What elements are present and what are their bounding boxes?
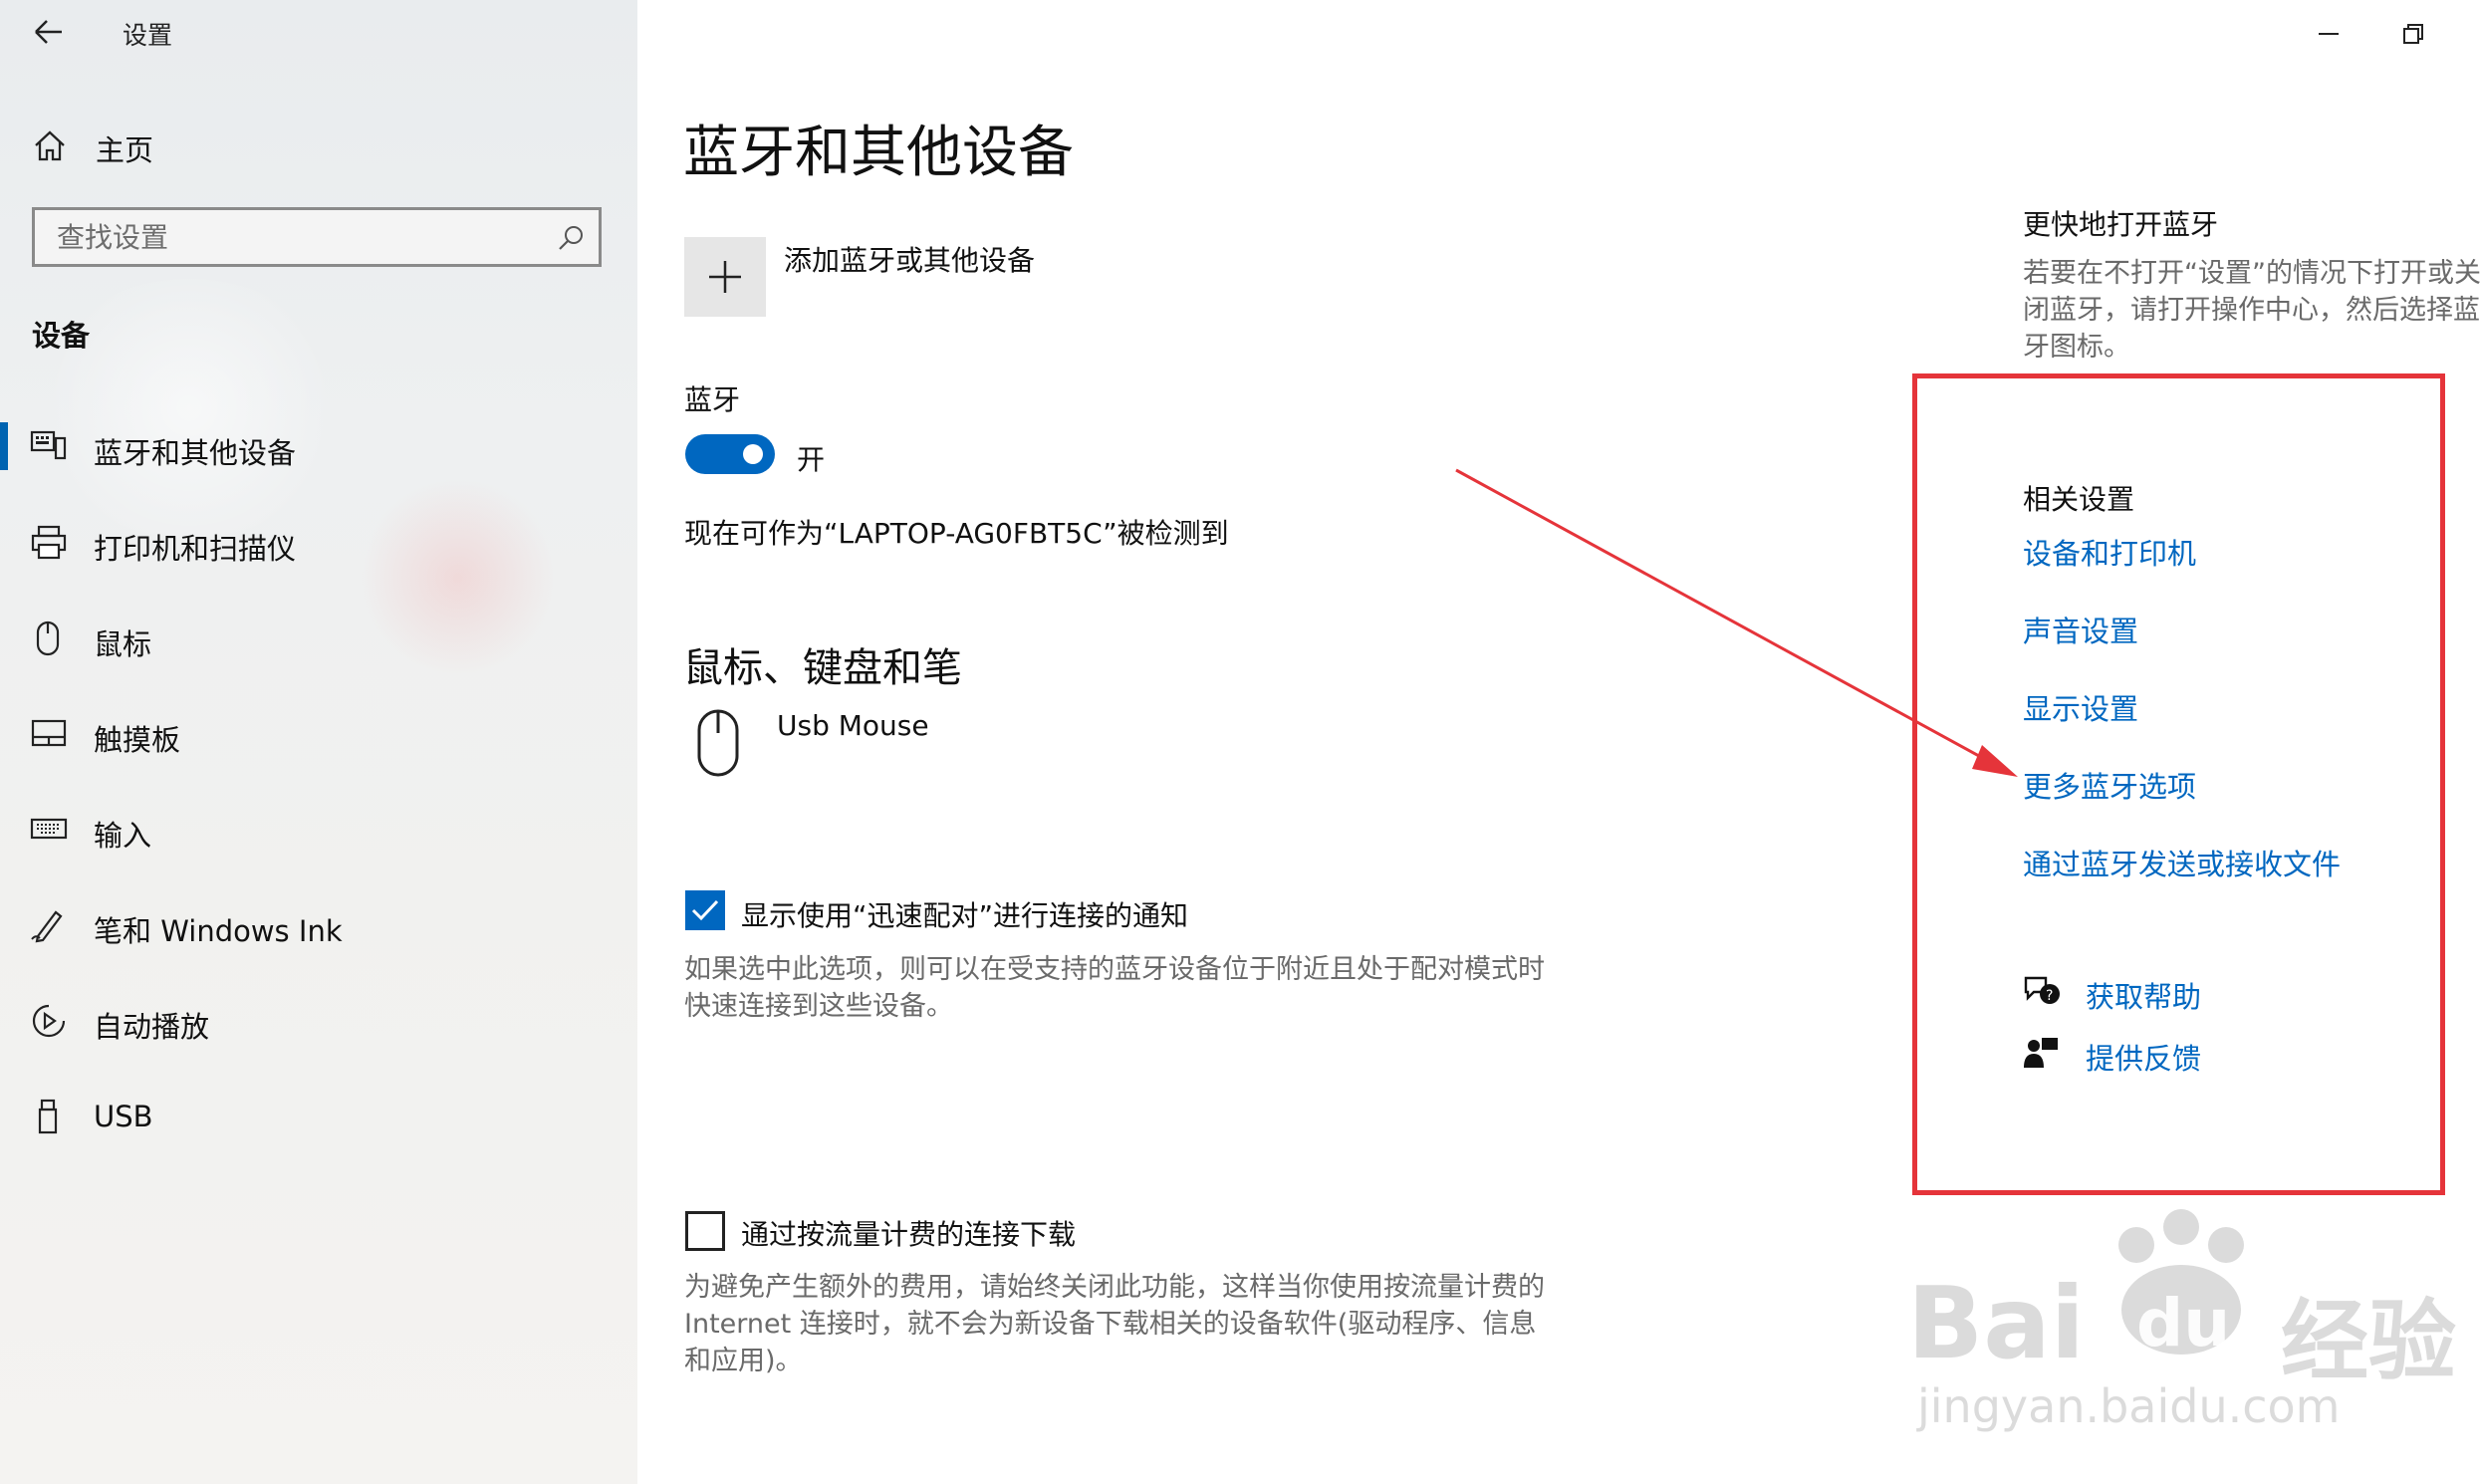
metered-download-desc: 为避免产生额外的费用，请始终关闭此功能，这样当你使用按流量计费的 Interne…	[684, 1269, 1545, 1379]
selected-indicator	[0, 422, 8, 470]
sidebar-item-label: 触摸板	[94, 723, 181, 757]
restore-icon[interactable]	[2392, 14, 2432, 54]
metered-download-checkbox[interactable]	[685, 1211, 725, 1251]
quick-bluetooth-desc: 若要在不打开“设置”的情况下打开或关 闭蓝牙，请打开操作中心，然后选择蓝 牙图标…	[2023, 255, 2480, 366]
metered-desc-line: Internet 连接时，就不会为新设备下载相关的设备软件(驱动程序、信息	[684, 1309, 1537, 1340]
sidebar-home-label: 主页	[96, 133, 154, 167]
printer-icon	[30, 524, 68, 562]
keyboard-icon	[30, 811, 68, 849]
swift-pair-desc-line: 快速连接到这些设备。	[684, 991, 953, 1022]
bluetooth-label: 蓝牙	[684, 383, 741, 416]
usb-icon	[30, 1098, 68, 1135]
sidebar-item-mouse[interactable]: 鼠标	[30, 610, 588, 667]
sidebar: 设置 主页 设备 蓝牙和其他设备 打印机和扫描仪 鼠标	[0, 0, 637, 1484]
checkmark-icon	[691, 899, 719, 921]
swift-pair-desc: 如果选中此选项，则可以在受支持的蓝牙设备位于附近且处于配对模式时 快速连接到这些…	[684, 951, 1545, 1025]
sidebar-item-label: 笔和 Windows Ink	[94, 914, 343, 948]
plus-icon	[709, 261, 741, 293]
search-icon[interactable]	[557, 224, 585, 256]
sidebar-item-typing[interactable]: 输入	[30, 801, 588, 859]
minimize-icon[interactable]	[2309, 14, 2349, 54]
sidebar-item-bluetooth[interactable]: 蓝牙和其他设备	[30, 418, 588, 476]
quick-desc-line: 闭蓝牙，请打开操作中心，然后选择蓝	[2023, 295, 2480, 326]
bluetooth-devices-icon	[30, 428, 68, 466]
sidebar-item-label: USB	[94, 1100, 153, 1133]
sidebar-item-autoplay[interactable]: 自动播放	[30, 992, 588, 1050]
sidebar-section-title: 设备	[32, 319, 91, 353]
sidebar-item-pen[interactable]: 笔和 Windows Ink	[30, 896, 588, 954]
pen-icon	[30, 906, 68, 944]
red-annotation-arrow	[1455, 468, 2018, 777]
search-box[interactable]	[32, 207, 602, 267]
watermark-jingyan: 经验	[2281, 1290, 2457, 1392]
search-input[interactable]	[35, 210, 525, 264]
sidebar-item-label: 自动播放	[94, 1010, 210, 1044]
swift-pair-checkbox[interactable]	[685, 890, 725, 930]
quick-bluetooth-title: 更快地打开蓝牙	[2023, 208, 2219, 241]
page-title: 蓝牙和其他设备	[683, 121, 1074, 185]
sidebar-item-usb[interactable]: USB	[30, 1088, 588, 1145]
sidebar-item-printers[interactable]: 打印机和扫描仪	[30, 514, 588, 572]
home-icon	[32, 127, 70, 165]
sidebar-item-touchpad[interactable]: 触摸板	[30, 705, 588, 763]
sidebar-item-label: 鼠标	[94, 627, 152, 661]
metered-desc-line: 和应用)。	[684, 1346, 803, 1376]
sidebar-item-home[interactable]: 主页	[30, 122, 588, 171]
quick-desc-line: 若要在不打开“设置”的情况下打开或关	[2023, 258, 2480, 289]
mouse-icon	[30, 619, 68, 657]
metered-desc-line: 为避免产生额外的费用，请始终关闭此功能，这样当你使用按流量计费的	[684, 1272, 1545, 1303]
sidebar-item-label: 蓝牙和其他设备	[94, 436, 297, 470]
swift-pair-label[interactable]: 显示使用“迅速配对”进行连接的通知	[741, 894, 1188, 934]
watermark-url: jingyan.baidu.com	[1917, 1379, 2341, 1433]
back-arrow-icon[interactable]	[30, 14, 70, 50]
bluetooth-toggle[interactable]	[685, 434, 775, 474]
touchpad-icon	[30, 715, 68, 753]
device-name: Usb Mouse	[777, 709, 929, 742]
add-device-button[interactable]	[684, 237, 766, 317]
bluetooth-toggle-state: 开	[797, 443, 826, 476]
device-usb-mouse[interactable]: Usb Mouse	[683, 707, 1161, 787]
sidebar-item-label: 打印机和扫描仪	[94, 532, 297, 566]
toggle-knob	[743, 444, 763, 464]
section-mouse-keyboard-pen: 鼠标、键盘和笔	[683, 645, 962, 691]
autoplay-icon	[30, 1002, 68, 1040]
sidebar-item-label: 输入	[94, 819, 152, 853]
baidu-watermark: Bai du 经验 jingyan.baidu.com	[1897, 1205, 2480, 1484]
metered-download-label[interactable]: 通过按流量计费的连接下载	[741, 1213, 1076, 1253]
watermark-brand: Bai	[1907, 1265, 2085, 1381]
discoverable-text: 现在可作为“LAPTOP-AG0FBT5C”被检测到	[684, 517, 1229, 550]
mouse-icon	[693, 707, 743, 785]
watermark-du: du	[2136, 1285, 2231, 1361]
swift-pair-desc-line: 如果选中此选项，则可以在受支持的蓝牙设备位于附近且处于配对模式时	[684, 954, 1545, 985]
window-title: 设置	[123, 21, 173, 50]
quick-desc-line: 牙图标。	[2023, 332, 2130, 363]
add-device-label[interactable]: 添加蓝牙或其他设备	[784, 239, 1035, 279]
